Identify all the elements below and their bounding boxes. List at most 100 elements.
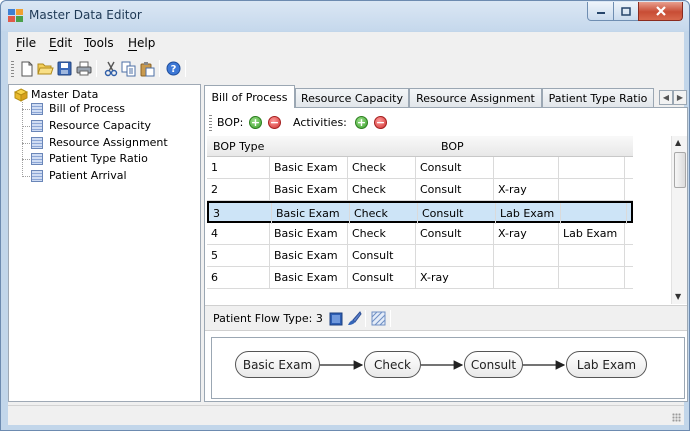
- flow-node-consult[interactable]: Consult: [464, 351, 523, 378]
- table-cell[interactable]: [559, 245, 625, 266]
- table-cell[interactable]: X-ray: [416, 267, 494, 288]
- title-bar[interactable]: Master Data Editor: [1, 1, 689, 31]
- new-button[interactable]: [18, 60, 35, 77]
- menu-tools[interactable]: Tools: [84, 36, 114, 51]
- tab-resource-capacity[interactable]: Resource Capacity: [295, 88, 409, 107]
- table-row[interactable]: 5 Basic Exam Consult: [207, 245, 633, 267]
- tab-scroll-right-button[interactable]: ▶: [673, 90, 687, 105]
- minimize-button[interactable]: [587, 2, 614, 21]
- cut-button[interactable]: [102, 60, 119, 77]
- header-bop[interactable]: BOP: [441, 140, 464, 153]
- menu-file[interactable]: File: [16, 36, 37, 51]
- table-row[interactable]: 6 Basic Exam Consult X-ray: [207, 267, 633, 289]
- table-cell[interactable]: Check: [348, 157, 416, 178]
- table-row[interactable]: 1 Basic Exam Check Consult: [207, 157, 633, 179]
- table-cell[interactable]: Check: [348, 223, 416, 244]
- tree-item-patient-type-ratio[interactable]: Patient Type Ratio: [49, 152, 148, 165]
- table-cell[interactable]: Lab Exam: [496, 203, 561, 224]
- table-cell[interactable]: [561, 203, 627, 224]
- table-cell[interactable]: X-ray: [494, 223, 559, 244]
- flow-node-basic-exam[interactable]: Basic Exam: [235, 351, 320, 378]
- table-row[interactable]: 2 Basic Exam Check Consult X-ray: [207, 179, 633, 201]
- table-cell[interactable]: 1: [207, 157, 270, 178]
- scroll-down-icon[interactable]: ▼: [675, 292, 681, 301]
- menu-help[interactable]: Help: [128, 36, 155, 51]
- close-button[interactable]: [638, 2, 683, 21]
- table-cell[interactable]: [559, 267, 625, 288]
- table-cell[interactable]: Check: [350, 203, 418, 224]
- table-cell[interactable]: Lab Exam: [559, 223, 625, 244]
- add-activity-button[interactable]: +: [355, 116, 368, 129]
- chevron-right-icon: ▶: [676, 93, 684, 102]
- save-button[interactable]: [56, 60, 73, 77]
- table-cell[interactable]: Consult: [416, 179, 494, 200]
- remove-activity-button[interactable]: −: [374, 116, 387, 129]
- grid-toggle-button[interactable]: [370, 310, 387, 327]
- table-cell[interactable]: [494, 157, 559, 178]
- table-cell[interactable]: Basic Exam: [270, 223, 348, 244]
- plus-icon: +: [356, 116, 367, 129]
- table-cell[interactable]: [494, 267, 559, 288]
- tab-resource-assignment[interactable]: Resource Assignment: [409, 88, 542, 107]
- paste-button[interactable]: [139, 60, 156, 77]
- table-cell[interactable]: [559, 157, 625, 178]
- table-cell[interactable]: [559, 179, 625, 200]
- table-cell[interactable]: Check: [348, 179, 416, 200]
- table-cell[interactable]: Consult: [418, 203, 496, 224]
- table-icon: [31, 120, 43, 132]
- tab-scroll-left-button[interactable]: ◀: [659, 90, 673, 105]
- bop-grid[interactable]: BOP Type BOP 1 Basic Exam Check Consult 2 Bas…: [207, 136, 669, 304]
- layout-button[interactable]: [327, 310, 344, 327]
- flow-node-check[interactable]: Check: [364, 351, 421, 378]
- scroll-up-icon[interactable]: ▲: [675, 138, 681, 147]
- toolbar-grip[interactable]: [11, 61, 14, 77]
- menu-edit[interactable]: Edit: [49, 36, 72, 51]
- table-cell[interactable]: Basic Exam: [270, 157, 348, 178]
- master-data-tree[interactable]: Master Data Bill of Process Resource Cap…: [8, 84, 201, 402]
- table-cell[interactable]: [416, 245, 494, 266]
- tab-patient-type-ratio[interactable]: Patient Type Ratio: [542, 88, 654, 107]
- scroll-thumb[interactable]: [674, 152, 686, 188]
- brush-button[interactable]: [346, 310, 363, 327]
- table-cell[interactable]: Consult: [416, 157, 494, 178]
- help-button[interactable]: ?: [165, 60, 182, 77]
- table-cell[interactable]: 5: [207, 245, 270, 266]
- add-bop-button[interactable]: +: [249, 116, 262, 129]
- table-cell[interactable]: 6: [207, 267, 270, 288]
- flow-node-lab-exam[interactable]: Lab Exam: [566, 351, 647, 378]
- open-button[interactable]: [37, 60, 54, 77]
- menu-file-label: ile: [22, 36, 37, 50]
- table-row[interactable]: 4 Basic Exam Check Consult X-ray Lab Exam: [207, 223, 633, 245]
- tree-item-resource-capacity[interactable]: Resource Capacity: [49, 119, 151, 132]
- maximize-button[interactable]: [613, 2, 639, 21]
- table-row[interactable]: 3 Basic Exam Check Consult Lab Exam: [207, 201, 633, 224]
- table-cell[interactable]: Consult: [348, 267, 416, 288]
- activities-label: Activities:: [293, 116, 347, 129]
- patient-flow-diagram[interactable]: Basic Exam Check Consult Lab Exam: [211, 337, 685, 399]
- grid-vertical-scrollbar[interactable]: ▲ ▼: [671, 136, 687, 304]
- table-cell[interactable]: Consult: [416, 223, 494, 244]
- table-cell[interactable]: 4: [207, 223, 270, 244]
- remove-bop-button[interactable]: −: [268, 116, 281, 129]
- header-bop-type[interactable]: BOP Type: [213, 140, 264, 153]
- tab-bill-of-process[interactable]: Bill of Process: [204, 85, 295, 108]
- table-cell[interactable]: X-ray: [494, 179, 559, 200]
- copy-button[interactable]: [120, 60, 137, 77]
- table-cell[interactable]: Basic Exam: [270, 245, 348, 266]
- tree-item-resource-assignment[interactable]: Resource Assignment: [49, 136, 168, 149]
- tree-root[interactable]: Master Data: [31, 88, 98, 101]
- table-cell[interactable]: Basic Exam: [272, 203, 350, 224]
- table-cell[interactable]: 3: [209, 203, 272, 224]
- table-cell[interactable]: Basic Exam: [270, 179, 348, 200]
- tree-connector: [22, 159, 30, 160]
- toolbar-grip[interactable]: [209, 115, 212, 131]
- resize-grip[interactable]: [672, 413, 681, 422]
- tree-connector: [22, 109, 30, 110]
- table-cell[interactable]: 2: [207, 179, 270, 200]
- print-button[interactable]: [75, 60, 92, 77]
- tree-item-bill-of-process[interactable]: Bill of Process: [49, 102, 125, 115]
- table-cell[interactable]: Basic Exam: [270, 267, 348, 288]
- tree-item-patient-arrival[interactable]: Patient Arrival: [49, 169, 127, 182]
- table-cell[interactable]: Consult: [348, 245, 416, 266]
- table-cell[interactable]: [494, 245, 559, 266]
